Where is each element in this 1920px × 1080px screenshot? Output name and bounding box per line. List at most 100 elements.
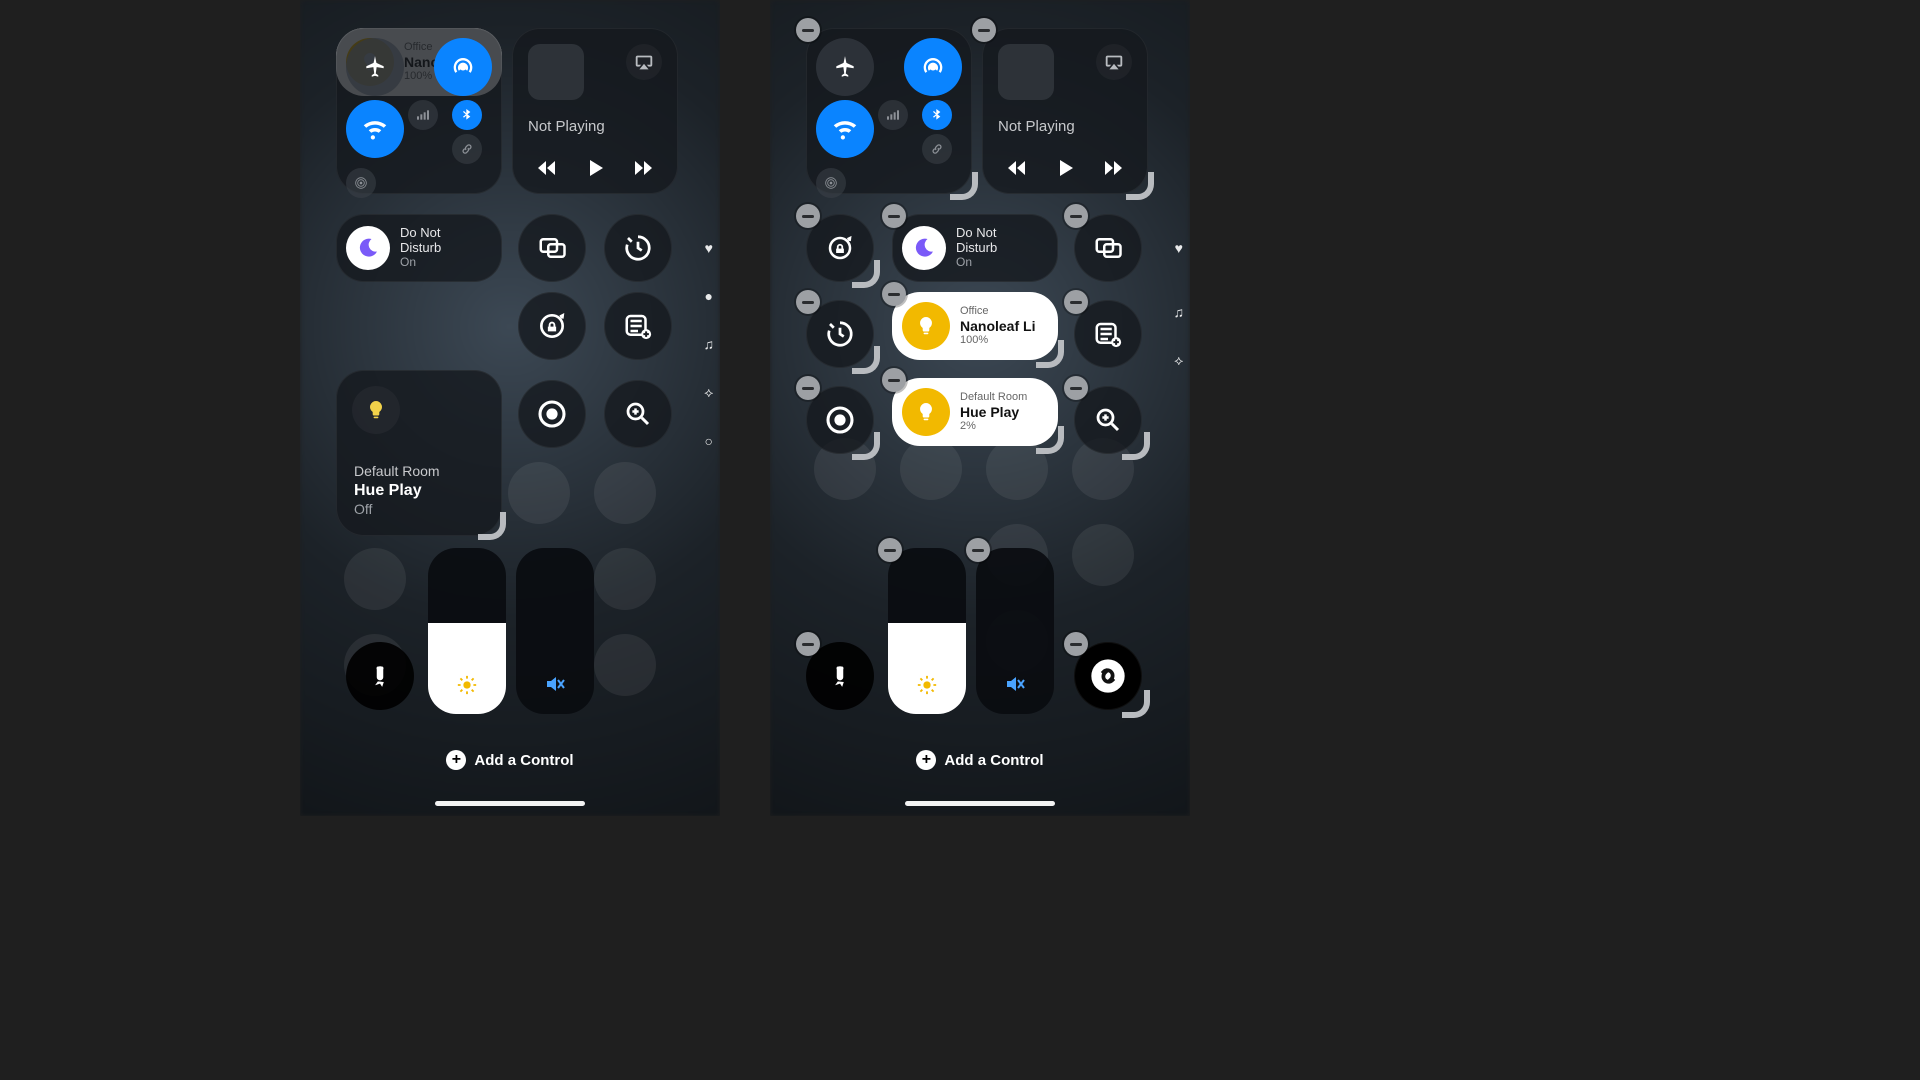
- bluetooth-toggle[interactable]: [922, 100, 952, 130]
- add-control-button[interactable]: + Add a Control: [770, 750, 1190, 770]
- flashlight-icon: [367, 663, 393, 689]
- remove-badge[interactable]: [796, 290, 820, 314]
- magnifier-plus-icon: [1093, 405, 1123, 435]
- sun-icon: [456, 674, 478, 696]
- brightness-slider[interactable]: [428, 548, 506, 714]
- remove-badge[interactable]: [972, 18, 996, 42]
- now-playing-tile[interactable]: Not Playing: [982, 28, 1148, 194]
- orientation-lock-button[interactable]: [518, 292, 586, 360]
- quick-note-button[interactable]: [604, 292, 672, 360]
- play-button[interactable]: [583, 156, 607, 180]
- volume-slider[interactable]: [976, 548, 1054, 714]
- screen-mirroring-button[interactable]: [518, 214, 586, 282]
- connectivity-tile[interactable]: [336, 28, 502, 194]
- resize-handle[interactable]: [1038, 428, 1066, 456]
- focus-label: Do Not Disturb On: [400, 226, 441, 270]
- lightbulb-icon: [914, 400, 938, 424]
- bluetooth-toggle[interactable]: [452, 100, 482, 130]
- connectivity-tile[interactable]: [806, 28, 972, 194]
- play-button[interactable]: [1053, 156, 1077, 180]
- resize-handle[interactable]: [952, 174, 980, 202]
- remove-badge[interactable]: [1064, 632, 1088, 656]
- hue-play-label: Default Room Hue Play Off: [354, 463, 440, 518]
- hue-play-tile[interactable]: Default Room Hue Play 2%: [892, 378, 1058, 446]
- satellite-toggle[interactable]: [346, 168, 376, 198]
- resize-handle[interactable]: [854, 348, 882, 376]
- screenshot-right: Not Playing Do Not Disturb On: [770, 0, 1190, 816]
- lightbulb-icon: [914, 314, 938, 338]
- remove-badge[interactable]: [796, 204, 820, 228]
- remove-badge[interactable]: [796, 376, 820, 400]
- focus-label: Do Not Disturb On: [956, 226, 997, 270]
- screen-record-button[interactable]: [518, 380, 586, 448]
- airdrop-toggle[interactable]: [904, 38, 962, 96]
- personal-hotspot-toggle[interactable]: [452, 134, 482, 164]
- focus-tile[interactable]: Do Not Disturb On: [336, 214, 502, 282]
- add-control-button[interactable]: + Add a Control: [300, 750, 720, 770]
- brightness-slider[interactable]: [888, 548, 966, 714]
- brightness-fill: [888, 623, 966, 714]
- next-button[interactable]: [1101, 156, 1125, 180]
- airplane-mode-toggle[interactable]: [816, 38, 874, 96]
- now-playing-tile[interactable]: Not Playing: [512, 28, 678, 194]
- wifi-toggle[interactable]: [816, 100, 874, 158]
- resize-handle[interactable]: [1038, 342, 1066, 370]
- resize-handle[interactable]: [854, 262, 882, 290]
- remove-badge[interactable]: [1064, 204, 1088, 228]
- remove-badge[interactable]: [1064, 376, 1088, 400]
- cellular-toggle[interactable]: [878, 100, 908, 130]
- home-indicator[interactable]: [435, 801, 585, 806]
- page-indicator[interactable]: ♥ ● ♫ ⟡ ○: [704, 240, 715, 449]
- focus-tile[interactable]: Do Not Disturb On: [892, 214, 1058, 282]
- plus-circle-icon: +: [916, 750, 936, 770]
- resize-handle[interactable]: [1124, 692, 1152, 720]
- cellular-toggle[interactable]: [408, 100, 438, 130]
- home-indicator[interactable]: [905, 801, 1055, 806]
- magnifier-button[interactable]: [604, 380, 672, 448]
- remove-badge[interactable]: [882, 204, 906, 228]
- plus-circle-icon: +: [446, 750, 466, 770]
- resize-handle[interactable]: [480, 514, 508, 542]
- airplay-button[interactable]: [626, 44, 662, 80]
- moon-icon: [912, 236, 936, 260]
- remove-badge[interactable]: [796, 18, 820, 42]
- flashlight-icon: [827, 663, 853, 689]
- broadcast-icon: ⟡: [1174, 352, 1183, 369]
- remove-badge[interactable]: [966, 538, 990, 562]
- flashlight-button[interactable]: [346, 642, 414, 710]
- nanoleaf-tile[interactable]: Office Nanoleaf Li 100%: [892, 292, 1058, 360]
- previous-button[interactable]: [1005, 156, 1029, 180]
- broadcast-icon: ⟡: [704, 384, 713, 401]
- airdrop-icon: [919, 53, 947, 81]
- resize-handle[interactable]: [1124, 434, 1152, 462]
- resize-handle[interactable]: [854, 434, 882, 462]
- hue-play-tile[interactable]: Default Room Hue Play Off: [336, 370, 502, 536]
- next-icon: [1101, 156, 1125, 180]
- remove-badge[interactable]: [882, 368, 906, 392]
- remove-badge[interactable]: [1064, 290, 1088, 314]
- resize-handle[interactable]: [1128, 174, 1156, 202]
- bluetooth-icon: [929, 107, 945, 123]
- circle-outline-icon: ○: [705, 433, 713, 449]
- timer-icon: [825, 319, 855, 349]
- quick-note-icon: [1093, 319, 1123, 349]
- control-center: Not Playing Do Not Disturb On Office Nan…: [336, 28, 684, 96]
- next-button[interactable]: [631, 156, 655, 180]
- remove-badge[interactable]: [796, 632, 820, 656]
- remove-badge[interactable]: [878, 538, 902, 562]
- page-indicator[interactable]: ♥ ♫ ⟡: [1174, 240, 1185, 369]
- album-art-placeholder: [528, 44, 584, 100]
- timer-button[interactable]: [604, 214, 672, 282]
- remove-badge[interactable]: [882, 282, 906, 306]
- airplay-button[interactable]: [1096, 44, 1132, 80]
- airdrop-toggle[interactable]: [434, 38, 492, 96]
- wifi-toggle[interactable]: [346, 100, 404, 158]
- airplane-mode-toggle[interactable]: [346, 38, 404, 96]
- add-control-label: Add a Control: [474, 752, 573, 769]
- volume-slider[interactable]: [516, 548, 594, 714]
- previous-icon: [1005, 156, 1029, 180]
- satellite-toggle[interactable]: [816, 168, 846, 198]
- previous-button[interactable]: [535, 156, 559, 180]
- screen-mirroring-icon: [537, 233, 567, 263]
- personal-hotspot-toggle[interactable]: [922, 134, 952, 164]
